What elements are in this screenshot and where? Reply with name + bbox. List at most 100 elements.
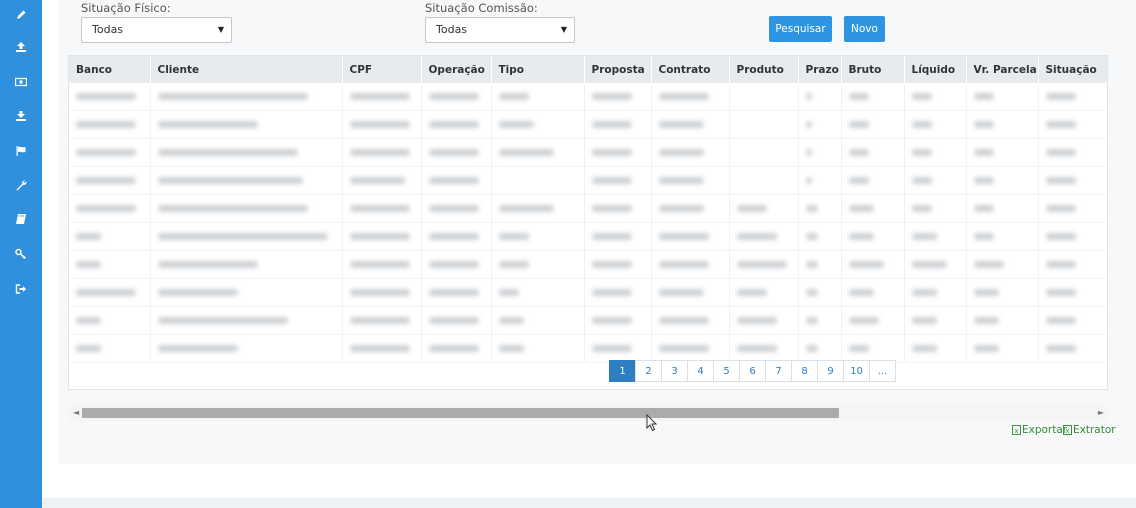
page-1[interactable]: 1 bbox=[609, 360, 636, 382]
column-header-contrato[interactable]: Contrato bbox=[651, 56, 730, 83]
page-4[interactable]: 4 bbox=[687, 360, 714, 382]
page-5[interactable]: 5 bbox=[713, 360, 740, 382]
column-header-operacao[interactable]: Operação bbox=[421, 56, 492, 83]
redacted-value bbox=[591, 121, 632, 128]
column-header-proposta[interactable]: Proposta bbox=[584, 56, 652, 83]
page-2[interactable]: 2 bbox=[635, 360, 662, 382]
table-cell bbox=[798, 166, 842, 195]
redacted-value bbox=[76, 121, 136, 128]
sidebar-item-logout[interactable] bbox=[0, 274, 42, 304]
table-cell bbox=[651, 138, 730, 167]
scroll-right-icon[interactable]: ► bbox=[1098, 408, 1104, 417]
column-header-cliente[interactable]: Cliente bbox=[150, 56, 343, 83]
table-cell bbox=[150, 334, 343, 363]
column-header-liquido[interactable]: Líquido bbox=[904, 56, 967, 83]
situacao-comissao-select[interactable]: Todas ▼ bbox=[425, 17, 575, 43]
table-row[interactable] bbox=[69, 334, 1107, 363]
page-6[interactable]: 6 bbox=[739, 360, 766, 382]
redacted-value bbox=[76, 261, 101, 268]
pencil-icon bbox=[17, 10, 26, 19]
column-header-produto[interactable]: Produto bbox=[729, 56, 799, 83]
page-9[interactable]: 9 bbox=[817, 360, 844, 382]
sidebar-item-key[interactable] bbox=[0, 239, 42, 269]
table-cell bbox=[69, 334, 151, 363]
table-cell bbox=[491, 306, 585, 335]
page-7[interactable]: 7 bbox=[765, 360, 792, 382]
scroll-left-icon[interactable]: ◄ bbox=[73, 408, 79, 417]
exportar-link[interactable]: x Exportar bbox=[1012, 424, 1067, 436]
column-header-situacao[interactable]: Situação bbox=[1038, 56, 1107, 83]
redacted-value bbox=[911, 93, 932, 100]
table-cell bbox=[904, 278, 967, 307]
redacted-value bbox=[973, 93, 994, 100]
table-row[interactable] bbox=[69, 83, 1107, 111]
sidebar-item-tools[interactable] bbox=[0, 170, 42, 200]
redacted-value bbox=[349, 177, 405, 184]
table-cell bbox=[904, 222, 967, 251]
redacted-value bbox=[76, 289, 136, 296]
page-8[interactable]: 8 bbox=[791, 360, 818, 382]
sidebar bbox=[0, 0, 42, 508]
table-row[interactable] bbox=[69, 278, 1107, 307]
column-header-banco[interactable]: Banco bbox=[69, 56, 151, 83]
redacted-value bbox=[349, 121, 410, 128]
table-cell bbox=[904, 334, 967, 363]
table-cell bbox=[1038, 334, 1107, 363]
page-3[interactable]: 3 bbox=[661, 360, 688, 382]
horizontal-scrollbar[interactable]: ◄ ► bbox=[68, 405, 1108, 421]
redacted-value bbox=[805, 177, 812, 184]
page-10[interactable]: 10 bbox=[843, 360, 870, 382]
situacao-fisico-select[interactable]: Todas ▼ bbox=[81, 17, 232, 43]
redacted-value bbox=[658, 233, 709, 240]
table-row[interactable] bbox=[69, 194, 1107, 223]
sidebar-item-download[interactable] bbox=[0, 101, 42, 131]
column-header-tipo[interactable]: Tipo bbox=[491, 56, 585, 83]
table-cell bbox=[841, 278, 905, 307]
table-row[interactable] bbox=[69, 166, 1107, 195]
column-header-prazo[interactable]: Prazo bbox=[798, 56, 842, 83]
table-cell bbox=[966, 306, 1039, 335]
column-header-vr-parcela[interactable]: Vr. Parcela bbox=[966, 56, 1039, 83]
table-cell bbox=[69, 222, 151, 251]
extrator-link[interactable]: x Extrator bbox=[1063, 424, 1116, 436]
redacted-value bbox=[76, 93, 136, 100]
table-cell bbox=[798, 110, 842, 139]
table-row[interactable] bbox=[69, 110, 1107, 139]
table-cell bbox=[584, 83, 652, 111]
flag-icon bbox=[16, 146, 26, 156]
redacted-value bbox=[428, 233, 479, 240]
sidebar-item-edit[interactable] bbox=[0, 0, 42, 30]
redacted-value bbox=[973, 177, 994, 184]
table-row[interactable] bbox=[69, 138, 1107, 167]
table-row[interactable] bbox=[69, 250, 1107, 279]
redacted-value bbox=[973, 121, 994, 128]
table-row[interactable] bbox=[69, 306, 1107, 335]
table-cell bbox=[904, 83, 967, 111]
table-row[interactable] bbox=[69, 222, 1107, 251]
redacted-value bbox=[157, 317, 288, 324]
table-cell bbox=[798, 334, 842, 363]
table-cell bbox=[798, 222, 842, 251]
table-cell bbox=[421, 83, 492, 111]
redacted-value bbox=[157, 121, 258, 128]
table-cell bbox=[729, 306, 799, 335]
column-header-bruto[interactable]: Bruto bbox=[841, 56, 905, 83]
redacted-value bbox=[1045, 345, 1076, 352]
table-cell bbox=[729, 110, 799, 139]
redacted-value bbox=[848, 177, 869, 184]
redacted-value bbox=[157, 177, 303, 184]
pesquisar-button[interactable]: Pesquisar bbox=[769, 16, 832, 42]
sidebar-item-flag[interactable] bbox=[0, 136, 42, 166]
novo-button[interactable]: Novo bbox=[844, 16, 885, 42]
column-header-cpf[interactable]: CPF bbox=[342, 56, 422, 83]
table-cell bbox=[421, 138, 492, 167]
page-ellipsis[interactable]: ... bbox=[869, 360, 896, 382]
scrollbar-thumb[interactable] bbox=[82, 408, 839, 418]
redacted-value bbox=[591, 93, 632, 100]
sidebar-item-upload[interactable] bbox=[0, 32, 42, 62]
sidebar-item-money[interactable] bbox=[0, 67, 42, 97]
sidebar-item-book[interactable] bbox=[0, 204, 42, 234]
table-cell bbox=[798, 278, 842, 307]
redacted-value bbox=[349, 345, 410, 352]
redacted-value bbox=[658, 149, 704, 156]
